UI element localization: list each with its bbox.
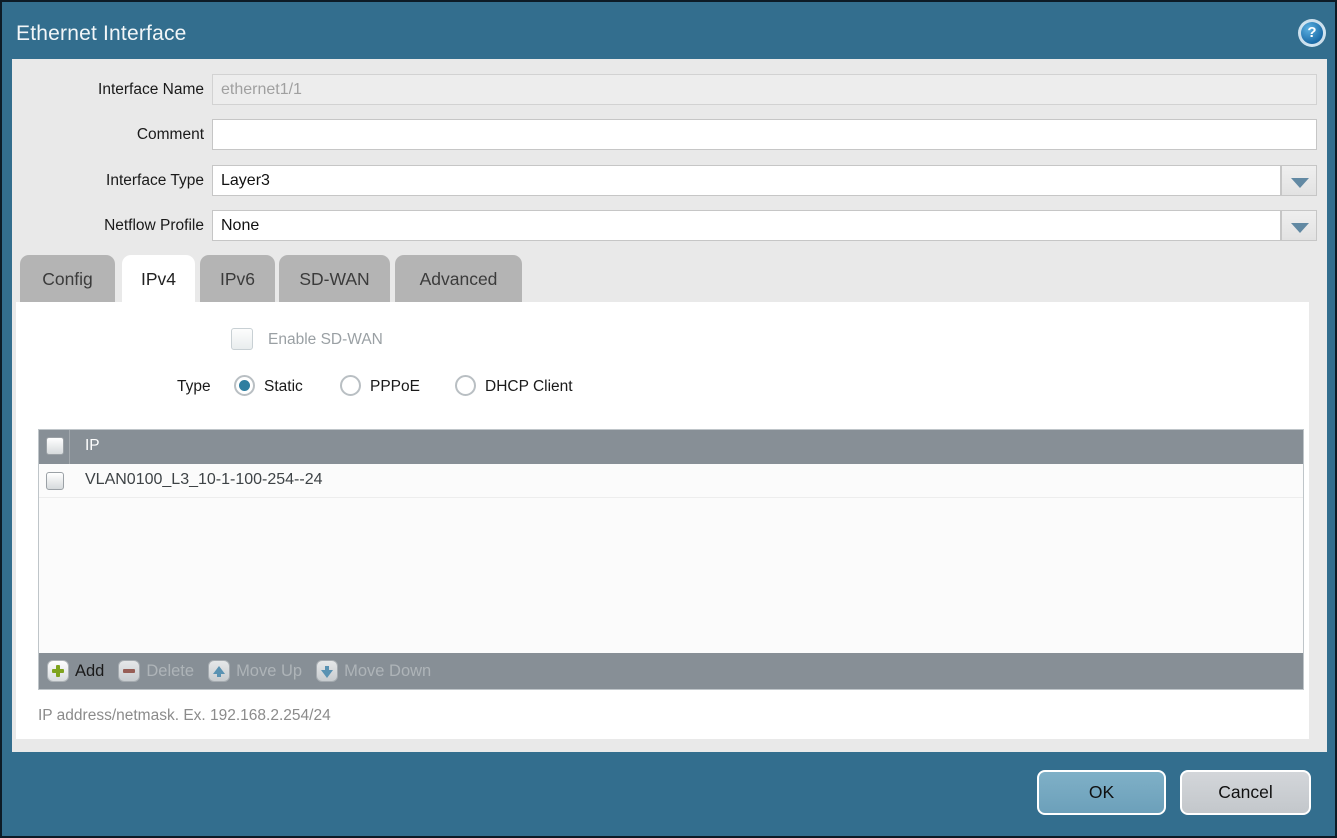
add-button-label: Add — [75, 662, 104, 681]
radio-static-label: Static — [264, 378, 303, 396]
move-down-arrow-icon — [316, 660, 338, 682]
add-plus-icon — [47, 660, 69, 682]
move-up-arrow-icon — [208, 660, 230, 682]
tab-ipv6[interactable]: IPv6 — [200, 255, 275, 303]
netflow-profile-dropdown-icon[interactable] — [1281, 210, 1317, 241]
interface-type-select[interactable] — [212, 165, 1281, 196]
netflow-profile-select[interactable] — [212, 210, 1281, 241]
tab-config[interactable]: Config — [20, 255, 115, 303]
tab-sdwan[interactable]: SD-WAN — [279, 255, 390, 303]
radio-dhcp-client-label: DHCP Client — [485, 378, 573, 396]
delete-button[interactable]: Delete — [118, 660, 194, 682]
radio-static[interactable] — [234, 375, 255, 396]
dialog-title: Ethernet Interface — [16, 22, 187, 46]
table-row[interactable]: VLAN0100_L3_10-1-100-254--24 — [39, 464, 1303, 498]
ip-format-hint: IP address/netmask. Ex. 192.168.2.254/24 — [38, 707, 331, 725]
netflow-profile-label: Netflow Profile — [12, 210, 204, 241]
help-icon[interactable]: ? — [1298, 19, 1326, 47]
row-checkbox[interactable] — [46, 472, 64, 490]
ipv4-panel: Enable SD-WAN Type Static PPPoE DHCP Cli… — [16, 302, 1309, 739]
enable-sdwan-checkbox[interactable] — [231, 328, 253, 350]
interface-name-label: Interface Name — [12, 74, 204, 105]
delete-button-label: Delete — [146, 662, 194, 681]
tab-advanced[interactable]: Advanced — [395, 255, 522, 303]
radio-pppoe-label: PPPoE — [370, 378, 420, 396]
add-button[interactable]: Add — [47, 660, 104, 682]
dialog-body: Interface Name Comment Interface Type Ne… — [12, 59, 1327, 752]
interface-type-dropdown-icon[interactable] — [1281, 165, 1317, 196]
ip-table: IP VLAN0100_L3_10-1-100-254--24 Add Dele… — [38, 429, 1304, 690]
interface-name-input — [212, 74, 1317, 105]
comment-label: Comment — [12, 119, 204, 150]
move-down-button[interactable]: Move Down — [316, 660, 431, 682]
type-label: Type — [177, 378, 211, 396]
table-empty-area — [39, 498, 1303, 653]
ip-column-header: IP — [85, 437, 100, 455]
column-divider — [69, 430, 70, 464]
delete-minus-icon — [118, 660, 140, 682]
ip-table-header: IP — [39, 430, 1303, 464]
ok-button[interactable]: OK — [1037, 770, 1166, 815]
cancel-button[interactable]: Cancel — [1180, 770, 1311, 815]
row-ip-value: VLAN0100_L3_10-1-100-254--24 — [85, 471, 323, 489]
table-toolbar: Add Delete Move Up Move Down — [39, 653, 1303, 689]
comment-input[interactable] — [212, 119, 1317, 150]
radio-dhcp-client[interactable] — [455, 375, 476, 396]
ethernet-interface-dialog: Ethernet Interface ? Interface Name Comm… — [0, 0, 1337, 838]
select-all-checkbox[interactable] — [46, 437, 64, 455]
enable-sdwan-label: Enable SD-WAN — [268, 331, 383, 349]
interface-type-label: Interface Type — [12, 165, 204, 196]
radio-pppoe[interactable] — [340, 375, 361, 396]
move-up-button[interactable]: Move Up — [208, 660, 302, 682]
tab-ipv4[interactable]: IPv4 — [122, 255, 195, 307]
move-up-button-label: Move Up — [236, 662, 302, 681]
move-down-button-label: Move Down — [344, 662, 431, 681]
